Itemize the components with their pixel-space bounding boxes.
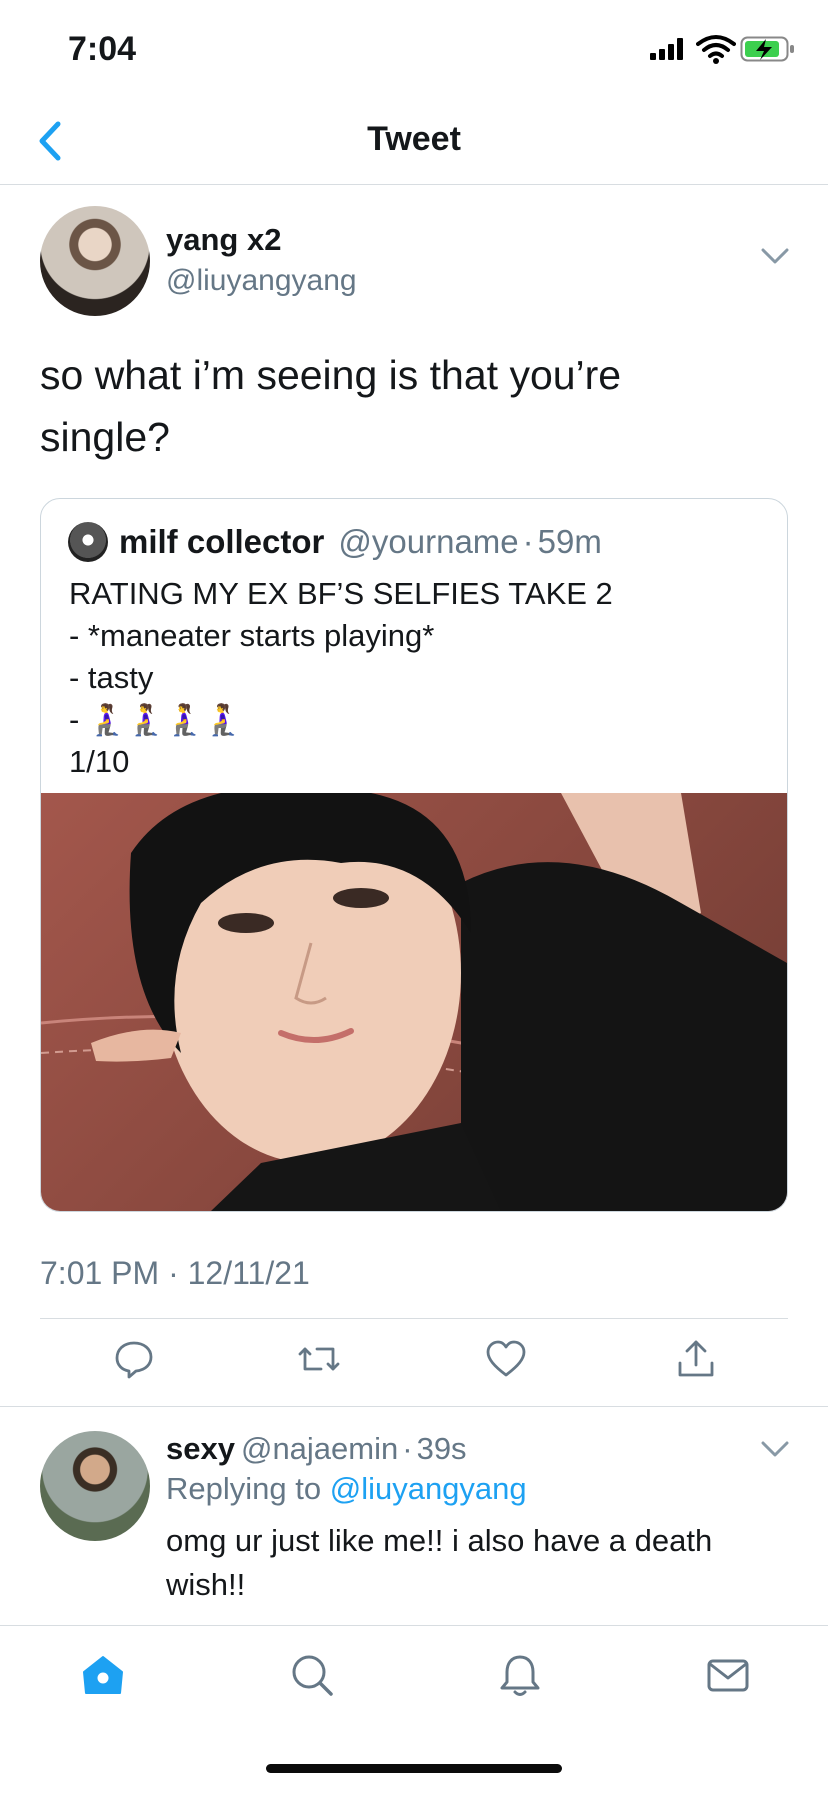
status-time: 7:04 — [68, 30, 137, 68]
separator-dot: · — [402, 1431, 413, 1466]
reply-author-handle: @najaemin — [240, 1431, 399, 1466]
author-name[interactable]: yang x2 — [166, 222, 281, 258]
mail-icon[interactable] — [705, 1652, 751, 1698]
quote-line: RATING MY EX BF’S SELFIES TAKE 2 — [69, 576, 613, 611]
tweet-actions — [0, 1319, 828, 1405]
chevron-down-icon[interactable] — [760, 1437, 790, 1461]
heart-icon[interactable] — [484, 1337, 528, 1381]
quote-photo[interactable] — [41, 793, 787, 1211]
battery-charging-icon — [740, 36, 794, 62]
bell-icon[interactable] — [497, 1652, 543, 1698]
quote-avatar — [68, 522, 108, 562]
tweet-text-line: single? — [40, 414, 170, 460]
reply-tweet[interactable]: sexy @najaemin · 39s Replying to @liuyangya… — [0, 1407, 828, 1627]
chevron-down-icon[interactable] — [760, 244, 790, 268]
quote-author-name: milf collector — [119, 523, 325, 560]
tweet-text-line: so what i’m seeing is that you’re — [40, 352, 622, 398]
signal-icon — [650, 38, 683, 60]
reply-time: 39s — [416, 1431, 467, 1466]
nav-bar: Tweet — [0, 100, 828, 185]
comment-icon[interactable] — [112, 1337, 156, 1381]
replying-to-handle-link[interactable]: @liuyangyang — [330, 1471, 527, 1506]
tweet-header: yang x2 @liuyangyang — [0, 184, 828, 334]
retweet-icon[interactable] — [297, 1337, 341, 1381]
quote-time: 59m — [537, 523, 602, 560]
author-handle[interactable]: @liuyangyang — [166, 264, 357, 298]
replying-to: Replying to @liuyangyang — [166, 1471, 527, 1507]
reply-text: omg ur just like me!! i also have a deat… — [166, 1523, 713, 1602]
reply-author-name: sexy — [166, 1431, 235, 1466]
quoted-tweet-card[interactable]: milf collector @yourname · 59m RATING MY EX… — [40, 498, 788, 1212]
reply-header: sexy @najaemin · 39s — [166, 1431, 467, 1467]
quote-line: - 🧎‍♀️🧎‍♀️🧎‍♀️🧎‍♀️ — [69, 702, 243, 737]
share-icon[interactable] — [674, 1337, 718, 1381]
search-icon[interactable] — [289, 1652, 335, 1698]
quote-author-handle: @yourname — [338, 523, 519, 560]
quote-line: - tasty — [69, 660, 154, 695]
tweet-timestamp[interactable]: 7:01 PM · 12/11/21 — [40, 1255, 310, 1292]
tweet-text: so what i’m seeing is that you’re single… — [40, 344, 780, 468]
home-icon[interactable] — [80, 1652, 126, 1698]
avatar[interactable] — [40, 206, 150, 316]
quote-line: 1/10 — [69, 744, 130, 779]
home-indicator — [266, 1764, 562, 1773]
quote-header: milf collector @yourname · 59m — [119, 523, 602, 561]
wifi-icon — [696, 35, 736, 64]
status-bar: 7:04 — [0, 0, 828, 100]
quote-text: RATING MY EX BF’S SELFIES TAKE 2 - *mane… — [69, 573, 613, 783]
page-title: Tweet — [367, 120, 461, 158]
separator-dot: · — [522, 523, 534, 560]
quote-line: - *maneater starts playing* — [69, 618, 435, 653]
replying-to-label: Replying to — [166, 1471, 330, 1506]
selfie-photo-illustration — [41, 793, 787, 1211]
reply-avatar[interactable] — [40, 1431, 150, 1541]
